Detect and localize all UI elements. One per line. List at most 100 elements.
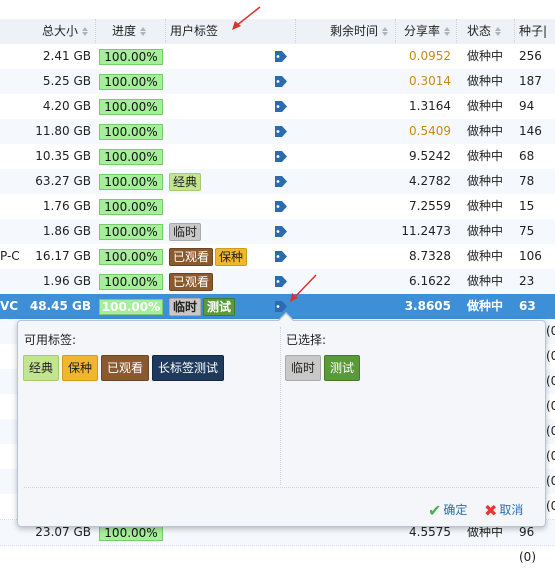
table-row[interactable]: 11.80 GB 100.00% 0.5409 做种中 146 (0) bbox=[0, 119, 555, 163]
size-cell: 1.96 GB bbox=[42, 274, 91, 288]
table-row[interactable]: 5.25 GB 100.00% 0.3014 做种中 187 (0) bbox=[0, 69, 555, 113]
name-cell: P-C bbox=[0, 249, 20, 263]
tag-icon[interactable] bbox=[272, 225, 288, 238]
table-row[interactable]: 2.41 GB 100.00% 0.0952 做种中 256 (0) bbox=[0, 44, 555, 88]
seeds-cell: 15 (0) bbox=[519, 199, 536, 238]
size-cell: 63.27 GB bbox=[35, 174, 91, 188]
header-remaining[interactable]: 剩余时间 bbox=[330, 19, 390, 44]
size-cell: 4.20 GB bbox=[42, 99, 91, 113]
ratio-cell: 0.5409 bbox=[409, 124, 451, 138]
tags-cell: 临时 bbox=[169, 219, 203, 244]
status-cell: 做种中 bbox=[467, 224, 504, 238]
status-cell: 做种中 bbox=[467, 74, 504, 88]
checkmark-icon: ✔ bbox=[428, 500, 442, 520]
tag-icon[interactable] bbox=[272, 175, 288, 188]
table-row[interactable]: 4.20 GB 100.00% 1.3164 做种中 94 (0) bbox=[0, 94, 555, 138]
tag-label: 经典 bbox=[169, 172, 202, 191]
tag-option[interactable]: 已观看 bbox=[101, 355, 150, 381]
table-row[interactable]: 1.96 GB 100.00% 已观看 6.1622 做种中 23 (0) bbox=[0, 269, 555, 313]
tag-icon[interactable] bbox=[272, 250, 288, 263]
ratio-cell: 7.2559 bbox=[409, 199, 451, 213]
seeds-cell: 78 (0) bbox=[519, 174, 536, 213]
progress-bar: 100.00% bbox=[99, 74, 163, 90]
seeds-cell: (0) bbox=[546, 449, 555, 463]
header-status[interactable]: 状态 bbox=[467, 19, 503, 44]
ratio-cell: 0.0952 bbox=[409, 49, 451, 63]
size-cell: 10.35 GB bbox=[35, 149, 91, 163]
tag-icon[interactable] bbox=[272, 100, 288, 113]
progress-bar: 100.00% bbox=[99, 124, 163, 140]
table-row[interactable]: 10.35 GB 100.00% 9.5242 做种中 68 (0) bbox=[0, 144, 555, 188]
progress-bar: 100.00% bbox=[99, 174, 163, 190]
tag-label: 已观看 bbox=[169, 247, 214, 266]
ratio-cell: 0.3014 bbox=[409, 74, 451, 88]
selected-tags-list: 临时 测试 bbox=[285, 355, 363, 381]
tag-option[interactable]: 长标签测试 bbox=[152, 355, 225, 381]
seeds-cell: (0) bbox=[546, 349, 555, 363]
progress-bar: 100.00% bbox=[99, 49, 163, 65]
tag-icon[interactable] bbox=[272, 150, 288, 163]
tag-label: 临时 bbox=[169, 222, 202, 241]
status-cell: 做种中 bbox=[467, 274, 504, 288]
size-cell: 5.25 GB bbox=[42, 74, 91, 88]
tag-label: 测试 bbox=[203, 297, 236, 316]
ratio-cell: 3.8605 bbox=[404, 299, 451, 313]
tag-icon[interactable] bbox=[272, 75, 288, 88]
tag-option[interactable]: 保种 bbox=[62, 355, 99, 381]
status-cell: 做种中 bbox=[467, 49, 504, 63]
seeds-cell: 256 (0) bbox=[519, 49, 542, 88]
table-row[interactable]: 1.76 GB 100.00% 7.2559 做种中 15 (0) bbox=[0, 194, 555, 238]
header-progress[interactable]: 进度 bbox=[112, 19, 148, 44]
header-ratio[interactable]: 分享率 bbox=[404, 19, 452, 44]
ratio-cell: 6.1622 bbox=[409, 274, 451, 288]
status-cell: 做种中 bbox=[467, 249, 504, 263]
size-cell: 1.86 GB bbox=[42, 224, 91, 238]
ratio-cell: 9.5242 bbox=[409, 149, 451, 163]
seeds-cell: (0) bbox=[546, 324, 555, 338]
sort-icon bbox=[382, 26, 390, 37]
tag-option[interactable]: 临时 bbox=[285, 355, 322, 381]
table-row[interactable]: 63.27 GB 100.00% 经典 4.2782 做种中 78 (0) bbox=[0, 169, 555, 213]
table-row[interactable]: P-C 16.17 GB 100.00% 已观看保种 8.7328 做种中 106 (0) bbox=[0, 244, 555, 288]
header-tags[interactable]: 用户标签 bbox=[170, 19, 218, 44]
status-cell: 做种中 bbox=[467, 99, 504, 113]
sort-icon bbox=[495, 26, 503, 37]
ratio-cell: 1.3164 bbox=[409, 99, 451, 113]
size-cell: 11.80 GB bbox=[35, 124, 91, 138]
annotation-arrow bbox=[232, 6, 261, 30]
ratio-cell: 8.7328 bbox=[409, 249, 451, 263]
status-cell: 做种中 bbox=[467, 174, 504, 188]
tag-icon[interactable] bbox=[272, 125, 288, 138]
tags-cell: 临时 测试 bbox=[169, 294, 237, 319]
annotation-arrow bbox=[290, 274, 317, 302]
progress-bar: 100.00% bbox=[99, 149, 163, 165]
seeds-cell: 23 (0) bbox=[519, 274, 536, 313]
table-header: 总大小 进度 用户标签 剩余时间 分享率 状态 种子|活 bbox=[0, 19, 555, 63]
tag-label: 已观看 bbox=[169, 272, 214, 291]
status-cell: 做种中 bbox=[467, 299, 504, 313]
tags-cell: 已观看 bbox=[169, 269, 215, 294]
name-cell: VC bbox=[0, 299, 19, 313]
available-tags-list: 经典 保种 已观看 长标签测试 bbox=[23, 355, 227, 381]
header-seeds[interactable]: 种子|活 bbox=[519, 19, 555, 63]
progress-bar: 100.00% bbox=[99, 99, 163, 115]
seeds-cell: 106 (0) bbox=[519, 249, 542, 288]
cancel-button[interactable]: ✖ 取消 bbox=[484, 500, 523, 520]
tag-icon[interactable] bbox=[272, 200, 288, 213]
available-tags-title: 可用标签: bbox=[24, 333, 77, 347]
seeds-cell: (0) bbox=[546, 424, 555, 438]
progress-bar: 100.00% bbox=[99, 249, 163, 265]
tag-option[interactable]: 经典 bbox=[23, 355, 60, 381]
header-size[interactable]: 总大小 bbox=[42, 19, 90, 44]
seeds-cell: (0) bbox=[546, 399, 555, 413]
ratio-cell: 11.2473 bbox=[401, 224, 451, 238]
size-cell: 48.45 GB bbox=[29, 299, 91, 313]
seeds-cell: (0) bbox=[546, 374, 555, 388]
seeds-cell: 63 (0) bbox=[519, 299, 538, 338]
tag-option[interactable]: 测试 bbox=[324, 355, 361, 381]
confirm-button[interactable]: ✔ 确定 bbox=[428, 500, 467, 520]
table-row[interactable]: 1.86 GB 100.00% 临时 11.2473 做种中 75 (0) bbox=[0, 219, 555, 263]
tags-cell: 经典 bbox=[169, 169, 203, 194]
close-icon: ✖ bbox=[484, 500, 498, 520]
tag-icon[interactable] bbox=[272, 50, 288, 63]
